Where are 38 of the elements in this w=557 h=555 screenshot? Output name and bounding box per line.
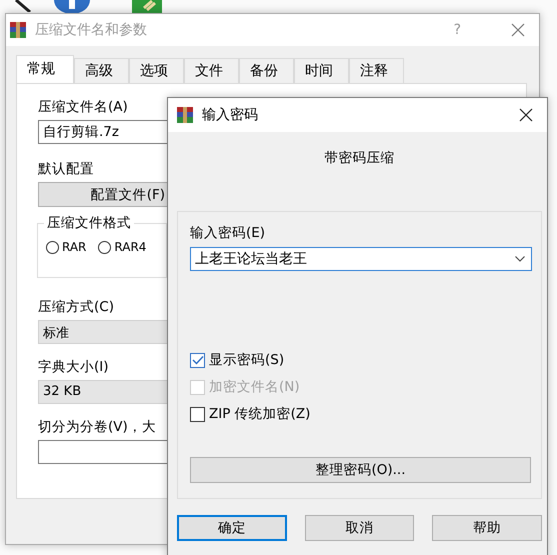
dialog-button[interactable]: 取消 — [304, 515, 414, 541]
dropdown[interactable] — [38, 440, 168, 464]
chevron-down-icon — [515, 256, 525, 262]
tab[interactable]: 时间 — [294, 58, 349, 83]
field-label: 压缩方式(C) — [38, 298, 114, 316]
radio-button[interactable]: RAR — [46, 240, 86, 254]
group-title: 压缩文件格式 — [44, 214, 134, 232]
close-icon[interactable] — [519, 108, 533, 122]
books-icon — [9, 21, 27, 39]
window-title: 输入密码 — [202, 106, 258, 124]
password-field[interactable]: 上老王论坛当老王 — [190, 247, 532, 271]
books-icon — [176, 106, 194, 124]
organize-button[interactable]: 整理密码(O)... — [190, 457, 531, 483]
archive-icon[interactable] — [132, 0, 162, 14]
dropdown[interactable]: 标准 — [38, 320, 168, 344]
window-title: 压缩文件名和参数 — [35, 21, 147, 39]
tab[interactable]: 常规 — [16, 55, 74, 83]
tab[interactable]: 文件 — [184, 58, 239, 83]
field-label: 默认配置 — [38, 160, 94, 178]
profile-button[interactable]: 配置文件(F) — [38, 182, 168, 207]
dialog-heading: 带密码压缩 — [324, 149, 394, 167]
wand-icon[interactable] — [14, 0, 34, 12]
field-label: 输入密码(E) — [190, 224, 266, 242]
dialog-button[interactable]: 确定 — [177, 515, 287, 541]
field-label: 压缩文件名(A) — [38, 98, 128, 116]
tab[interactable]: 备份 — [239, 58, 294, 83]
dialog-button[interactable]: 帮助 — [432, 515, 542, 541]
dropdown[interactable]: 32 KB — [38, 380, 168, 404]
checkbox[interactable]: 显示密码(S) — [190, 351, 310, 369]
info-icon[interactable] — [54, 0, 90, 14]
radio-button[interactable]: RAR4 — [98, 240, 146, 254]
field-label: 切分为分卷(V)，大 — [38, 418, 156, 436]
field-label: 字典大小(I) — [38, 358, 109, 376]
check-icon — [192, 355, 204, 365]
tab[interactable]: 选项 — [129, 58, 184, 83]
tab[interactable]: 高级 — [74, 58, 129, 83]
checkbox[interactable]: ZIP 传统加密(Z) — [190, 405, 310, 423]
tab[interactable]: 注释 — [349, 58, 404, 83]
